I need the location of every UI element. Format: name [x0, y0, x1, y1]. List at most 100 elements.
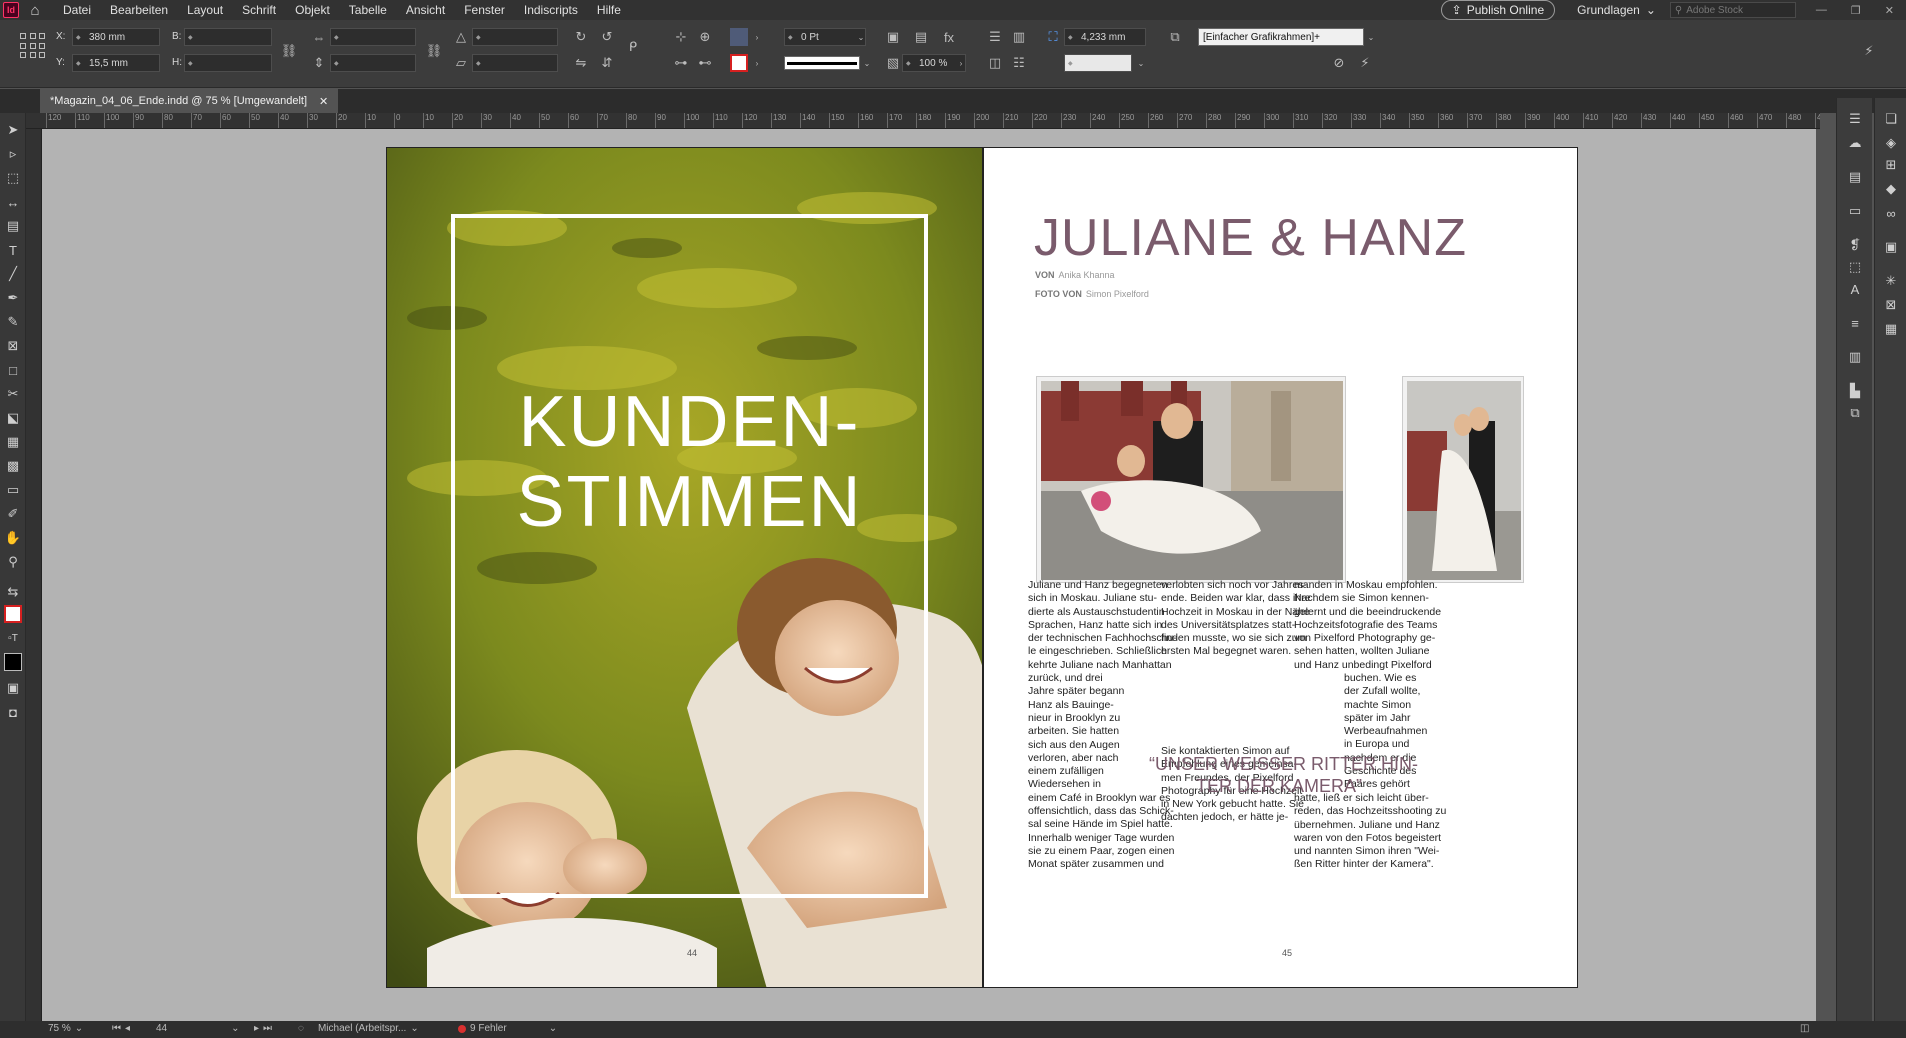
minimize-icon[interactable]: —	[1816, 4, 1827, 17]
type-tool-icon[interactable]: T	[4, 241, 22, 259]
flip-vertical-icon[interactable]: ⇵	[598, 54, 616, 72]
swatches-icon[interactable]: ▦	[1882, 320, 1900, 338]
page-45[interactable]: JULIANE & HANZ VON Anika Khanna FOTO VON S…	[983, 147, 1578, 988]
close-tab-icon[interactable]: ✕	[319, 95, 328, 108]
pen-tool-icon[interactable]: ✒	[4, 289, 22, 307]
menu-tabelle[interactable]: Tabelle	[349, 3, 387, 17]
character-icon[interactable]: A	[1846, 280, 1864, 298]
height-field[interactable]	[184, 54, 272, 72]
select-previous-icon[interactable]: ⊶	[672, 54, 690, 72]
cc-libraries-icon[interactable]: ☁	[1846, 134, 1864, 152]
first-page-icon[interactable]: ⏮	[112, 1023, 121, 1034]
preflight-profile[interactable]: ◌ Michael (Arbeitspr... ⌄	[298, 1023, 419, 1034]
article-column-1[interactable]: Juliane und Hanz begegneten sich in Moska…	[1028, 579, 1177, 872]
clear-overrides-icon[interactable]: ⊘	[1330, 54, 1348, 72]
rotate-cw-icon[interactable]: ↻	[572, 28, 590, 46]
adobe-stock-search[interactable]: ⚲ Adobe Stock	[1669, 2, 1796, 18]
scale-x-field[interactable]	[330, 28, 416, 46]
zoom-level[interactable]: 75 % ⌄	[48, 1023, 83, 1034]
document-tab[interactable]: *Magazin_04_06_Ende.indd @ 75 % [Umgewan…	[40, 89, 339, 113]
content-collector-icon[interactable]: ▤	[4, 217, 22, 235]
select-next-icon[interactable]: ⊷	[696, 54, 714, 72]
links-icon[interactable]: ▤	[1846, 168, 1864, 186]
menu-layout[interactable]: Layout	[187, 3, 223, 17]
screen-mode-icon[interactable]: ▣	[4, 679, 22, 697]
page-selector[interactable]: 44 ⌄	[156, 1023, 240, 1034]
formatting-affects-container-icon[interactable]: ▫T	[4, 629, 22, 647]
menu-ansicht[interactable]: Ansicht	[406, 3, 445, 17]
quick-apply-icon[interactable]: ⚡	[1356, 54, 1374, 72]
corner-shape-field[interactable]	[1064, 54, 1132, 72]
corner-shape-dropdown-icon[interactable]: ⌄	[1134, 54, 1148, 72]
close-window-icon[interactable]: ✕	[1885, 4, 1894, 17]
photo-couple-kissing[interactable]	[1402, 376, 1524, 583]
select-content-icon[interactable]: ⊕	[696, 28, 714, 46]
menu-fenster[interactable]: Fenster	[464, 3, 505, 17]
fill-dropdown-icon[interactable]: ›	[750, 28, 764, 46]
page-dropdown-icon[interactable]: ⌄	[231, 1023, 239, 1034]
x-position-field[interactable]: 380 mm	[72, 28, 160, 46]
fx-icon[interactable]: fx	[940, 28, 958, 46]
workspace-switcher[interactable]: Grundlagen ⌄	[1577, 3, 1656, 17]
y-position-field[interactable]: 15,5 mm	[72, 54, 160, 72]
errors-dropdown-icon[interactable]: ⌄	[549, 1023, 557, 1034]
text-wrap-jump-icon[interactable]: ☷	[1010, 54, 1028, 72]
select-container-icon[interactable]: ⊹	[672, 28, 690, 46]
publish-online-button[interactable]: ⇪ Publish Online	[1440, 0, 1556, 20]
text-wrap-panel-icon[interactable]: ▣	[1882, 238, 1900, 256]
zoom-dropdown-icon[interactable]: ⌄	[75, 1023, 83, 1034]
scale-y-field[interactable]	[330, 54, 416, 72]
eyedropper-tool-icon[interactable]: ✐	[4, 505, 22, 523]
note-tool-icon[interactable]: ▭	[4, 481, 22, 499]
transform-panel-icon[interactable]: ⊠	[1882, 296, 1900, 314]
fill-stroke-indicator-icon[interactable]	[4, 605, 22, 623]
gap-tool-icon[interactable]: ↔	[4, 193, 22, 211]
constrain-scale-icon[interactable]: ⛓	[425, 42, 443, 60]
character-styles-icon[interactable]: ❡	[1846, 236, 1864, 254]
menu-bearbeiten[interactable]: Bearbeiten	[110, 3, 168, 17]
selection-tool-icon[interactable]: ➤	[4, 121, 22, 139]
preview-mode-icon[interactable]: ◘	[4, 703, 22, 721]
text-wrap-shape-icon[interactable]: ◫	[986, 54, 1004, 72]
prev-page-icon[interactable]: ◂	[125, 1023, 130, 1034]
menu-objekt[interactable]: Objekt	[295, 3, 330, 17]
next-page-icon[interactable]: ▸	[254, 1023, 259, 1034]
comments-icon[interactable]: ▭	[1846, 202, 1864, 220]
stroke-panel-icon[interactable]: ⊞	[1882, 156, 1900, 174]
shear-field[interactable]	[472, 54, 558, 72]
gradient-icon[interactable]: ▥	[1846, 348, 1864, 366]
stroke-type-swatch[interactable]	[784, 56, 860, 70]
fill-swatch[interactable]	[730, 28, 748, 46]
layers-icon[interactable]: ◈	[1882, 134, 1900, 152]
swap-fill-stroke-icon[interactable]: ⇆	[4, 583, 22, 601]
links-panel-icon[interactable]: ∞	[1882, 204, 1900, 222]
restore-icon[interactable]: ❐	[1851, 4, 1861, 17]
color-icon[interactable]: ◆	[1882, 180, 1900, 198]
hand-tool-icon[interactable]: ✋	[4, 529, 22, 547]
articles-icon[interactable]: ▙	[1846, 382, 1864, 400]
rotation-field[interactable]	[472, 28, 558, 46]
article-column-3-bottom[interactable]: hatte, ließ er sich leicht über-reden, d…	[1294, 792, 1446, 872]
photo-couple-red-square[interactable]	[1036, 376, 1346, 583]
reference-point-grid[interactable]	[20, 33, 46, 59]
last-page-icon[interactable]: ⏭	[263, 1023, 272, 1034]
menu-hilfe[interactable]: Hilfe	[597, 3, 621, 17]
view-toggle-icon[interactable]: ◫	[1800, 1023, 1809, 1034]
stroke-dropdown-icon[interactable]: ›	[750, 54, 764, 72]
lightning-icon[interactable]: ⚡	[1860, 42, 1878, 60]
gradient-swatch-tool-icon[interactable]: ▦	[4, 433, 22, 451]
menu-schrift[interactable]: Schrift	[242, 3, 276, 17]
rectangle-tool-icon[interactable]: □	[4, 361, 22, 379]
preflight-errors[interactable]: 9 Fehler ⌄	[458, 1023, 557, 1034]
line-tool-icon[interactable]: ╱	[4, 265, 22, 283]
direct-selection-tool-icon[interactable]: ▹	[4, 145, 22, 163]
rotate-ccw-icon[interactable]: ↺	[598, 28, 616, 46]
drop-shadow-icon[interactable]: ▣	[884, 28, 902, 46]
page-nav-forward[interactable]: ▸ ⏭	[254, 1023, 272, 1034]
page-nav-back[interactable]: ⏮ ◂	[112, 1023, 130, 1034]
constrain-proportions-icon[interactable]: ⛓	[280, 42, 298, 60]
object-style-chevron-icon[interactable]: ⌄	[1364, 28, 1378, 46]
stroke-swatch[interactable]	[730, 54, 748, 72]
white-frame[interactable]	[451, 214, 928, 898]
profile-dropdown-icon[interactable]: ⌄	[410, 1023, 418, 1034]
